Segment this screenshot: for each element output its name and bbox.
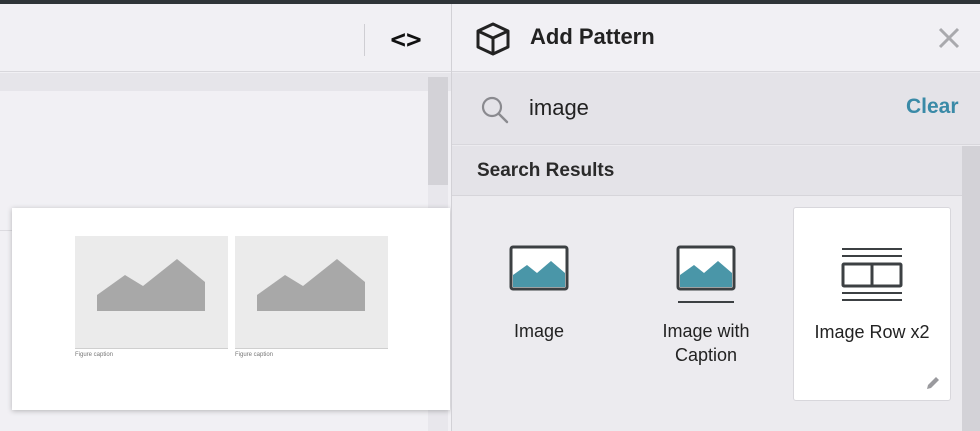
panel-header: Add Pattern — [452, 4, 980, 72]
search-bar: Clear — [452, 73, 980, 145]
tile-label: Image with Caption — [662, 321, 750, 365]
search-icon — [481, 96, 509, 124]
results-title: Search Results — [477, 160, 615, 181]
cube-icon — [476, 22, 510, 56]
close-icon[interactable] — [936, 25, 962, 51]
placeholder-image-icon — [257, 259, 365, 311]
tile-label: Image — [513, 321, 565, 341]
pattern-tile-image-with-caption[interactable]: Image with Caption — [627, 207, 785, 401]
pattern-preview-card: Figure caption Figure caption — [12, 208, 450, 410]
pencil-icon[interactable] — [924, 374, 942, 392]
image-row-icon — [841, 248, 903, 301]
search-input[interactable] — [529, 91, 859, 125]
clear-search-button[interactable]: Clear — [906, 95, 959, 119]
results-grid: Image Image with Caption Image Row x2 — [452, 197, 962, 431]
pattern-tile-image[interactable]: Image — [460, 207, 618, 401]
placeholder-image-icon — [97, 259, 205, 311]
figure-caption: Figure caption — [235, 352, 274, 358]
image-caption-icon — [676, 245, 736, 303]
preview-figure — [75, 236, 228, 349]
editor-subbar — [0, 73, 451, 91]
panel-scrollbar[interactable] — [962, 146, 980, 431]
figure-caption: Figure caption — [75, 352, 114, 358]
editor-toolbar: <> — [0, 4, 451, 72]
editor-scrollbar-thumb[interactable] — [428, 77, 448, 185]
tile-label: Image Row x2 — [814, 322, 930, 342]
preview-figure — [235, 236, 388, 349]
toolbar-divider — [364, 24, 365, 56]
add-pattern-panel: Add Pattern Clear Search Results Image — [451, 4, 980, 431]
pattern-tile-image-row-x2[interactable]: Image Row x2 — [793, 207, 951, 401]
panel-title: Add Pattern — [530, 24, 655, 49]
code-view-toggle-button[interactable]: <> — [380, 22, 432, 58]
image-icon — [509, 245, 569, 291]
results-header: Search Results — [452, 146, 962, 196]
editor-area: <> Figure caption Figure caption — [0, 4, 451, 431]
